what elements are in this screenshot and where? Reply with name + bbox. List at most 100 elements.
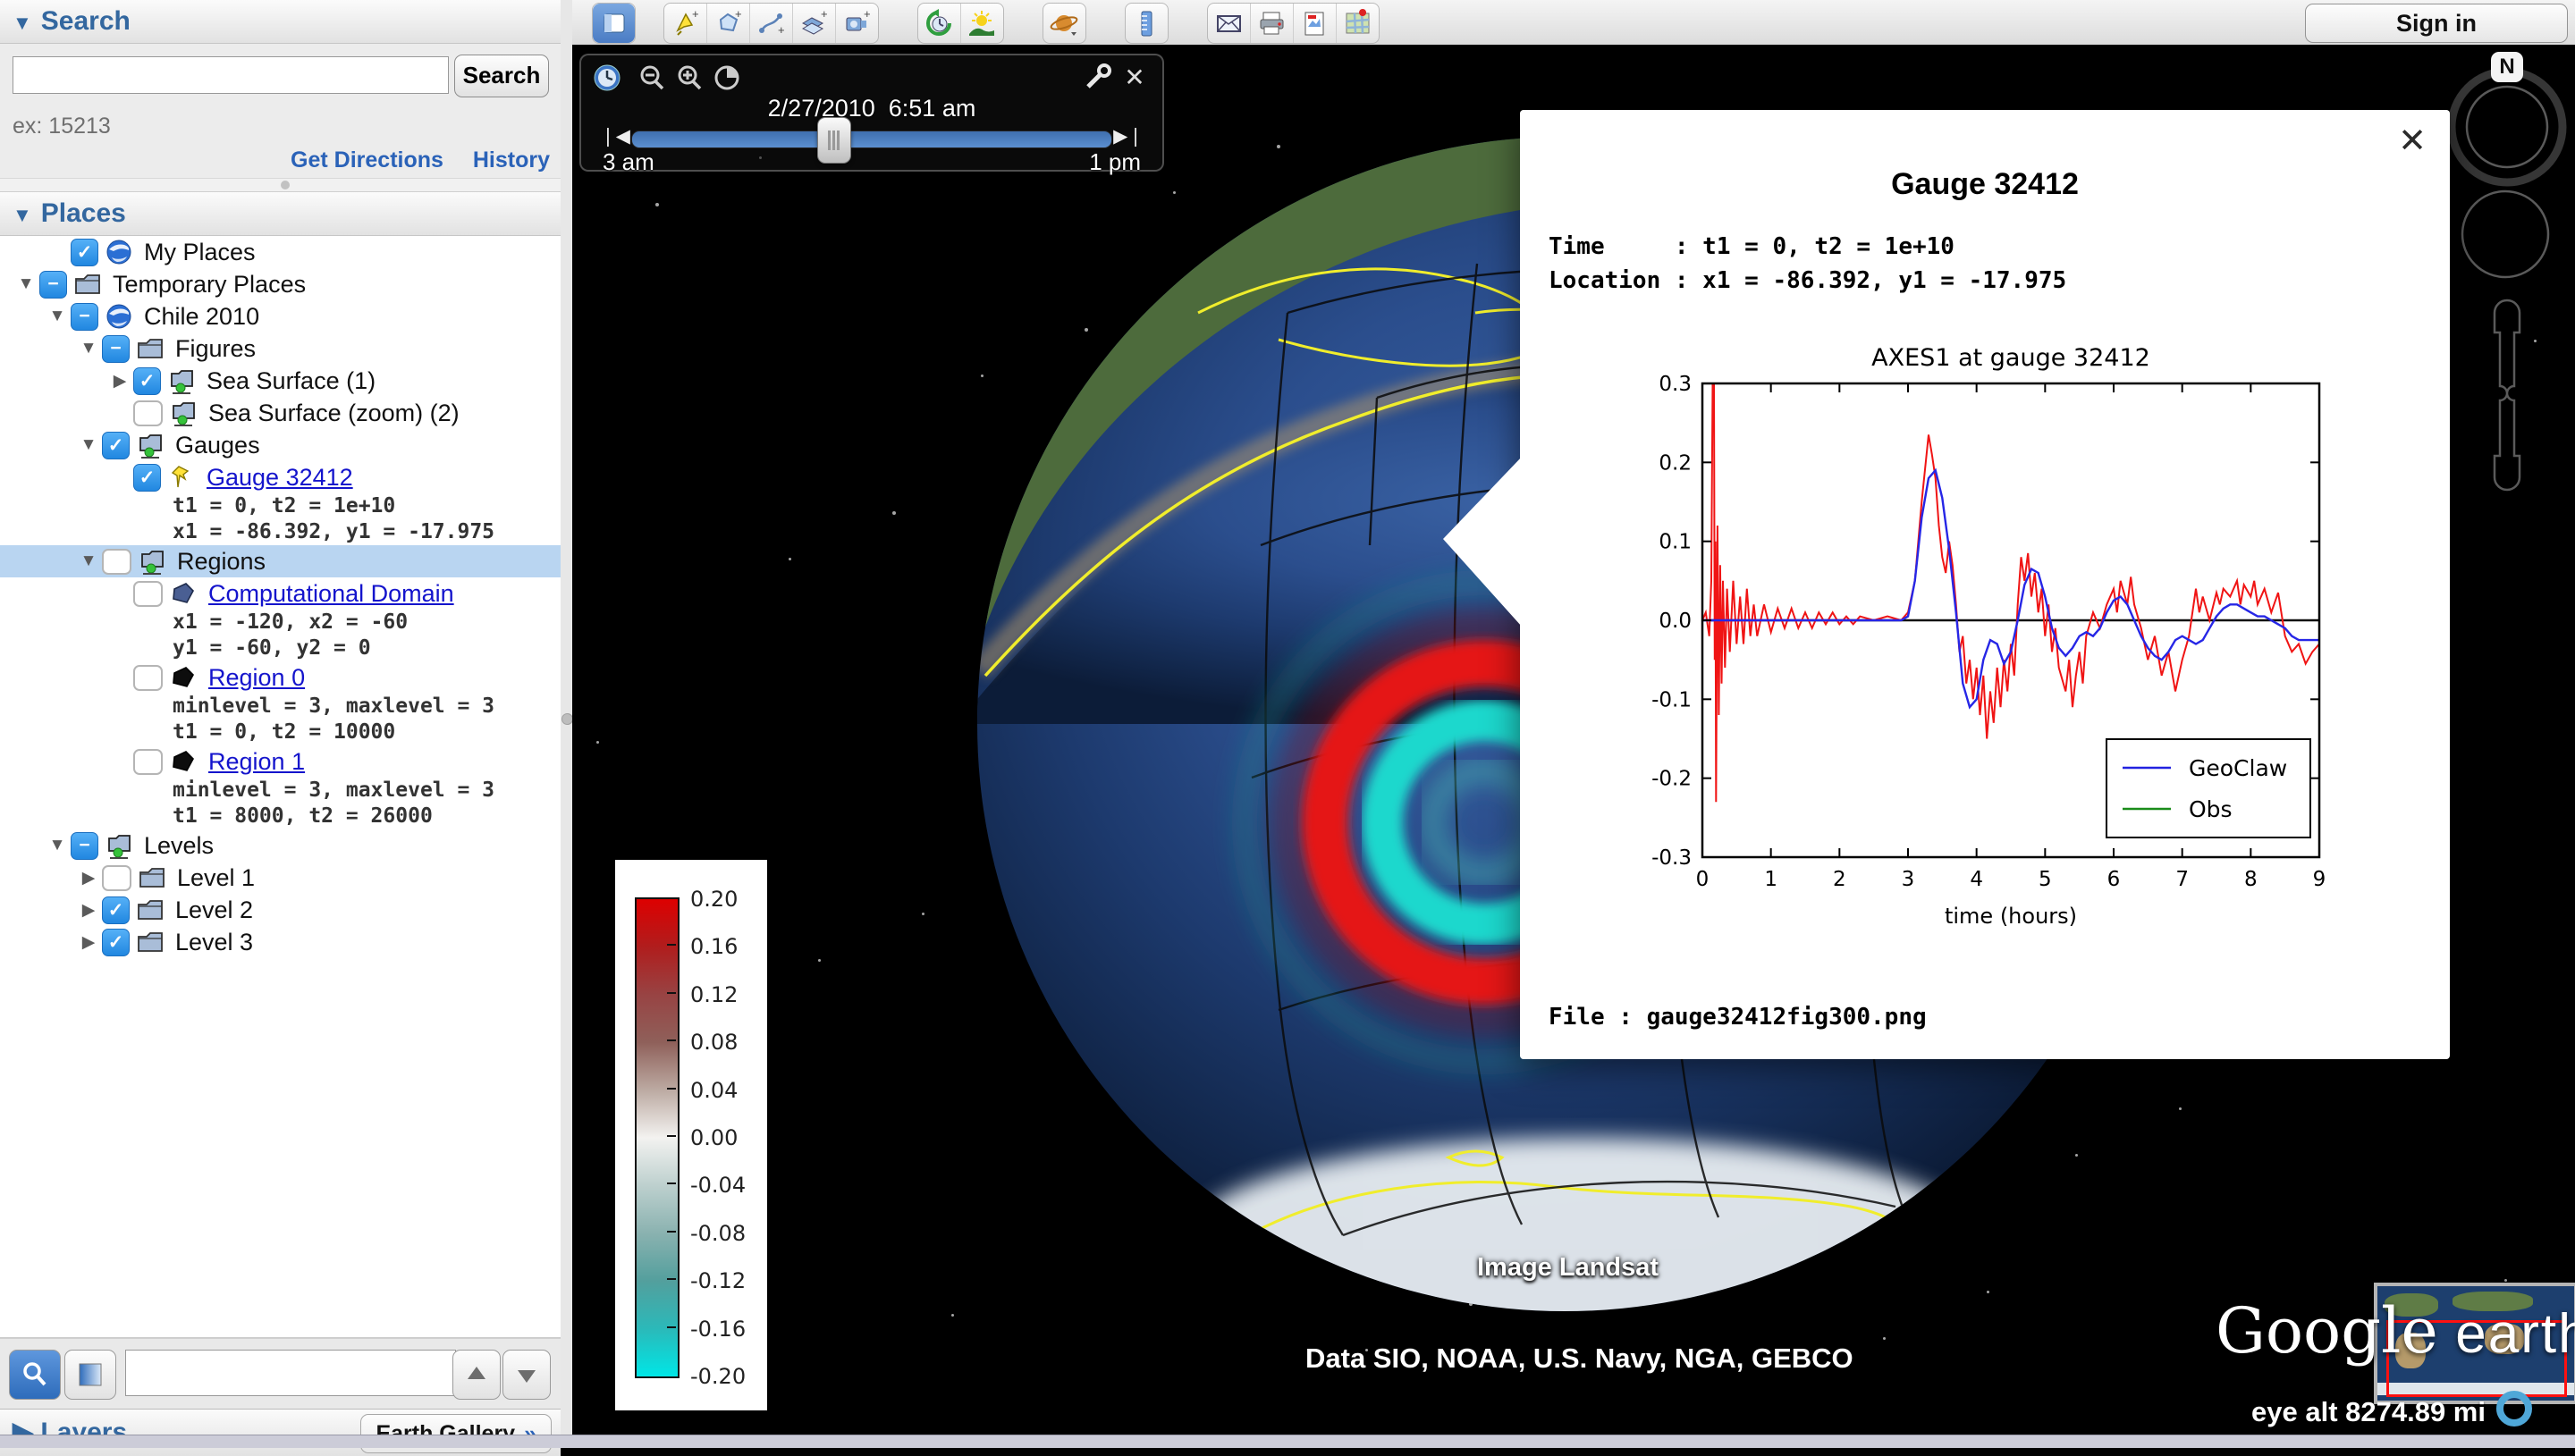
places-search-input[interactable] [125, 1350, 456, 1396]
places-filter-button[interactable] [64, 1350, 116, 1400]
history-link[interactable]: History [473, 147, 550, 173]
tree-checkbox[interactable]: ✓ [102, 896, 130, 924]
step-forward-button[interactable]: ▶❘ [1110, 125, 1146, 147]
tree-item-label[interactable]: My Places [144, 239, 256, 266]
tree-checkbox[interactable] [102, 865, 131, 891]
tree-row-level-2[interactable]: ▶✓ Level 2 [0, 894, 561, 926]
tree-checkbox[interactable]: ✓ [102, 929, 130, 956]
tree-row-levels[interactable]: ▼− Levels [0, 829, 561, 862]
tree-item-label[interactable]: Gauges [175, 432, 260, 459]
tree-row-region-1[interactable]: Region 1 [0, 745, 561, 778]
sign-in-button[interactable]: Sign in [2305, 4, 2568, 43]
add-path-button[interactable]: + [750, 4, 793, 43]
places-search-up-button[interactable] [452, 1350, 501, 1400]
tree-row-level-1[interactable]: ▶ Level 1 [0, 862, 561, 894]
search-input[interactable] [13, 56, 449, 94]
tree-expander-icon[interactable]: ▼ [44, 307, 71, 326]
tree-checkbox[interactable] [102, 549, 131, 575]
tree-row-temporary-places[interactable]: ▼− Temporary Places [0, 268, 561, 300]
tree-item-label[interactable]: Sea Surface (1) [207, 367, 376, 395]
tree-row-sea-surface-zoom-2-[interactable]: Sea Surface (zoom) (2) [0, 397, 561, 429]
play-animation-icon[interactable] [712, 63, 742, 93]
tree-item-label[interactable]: Level 1 [177, 864, 255, 892]
tree-item-label[interactable]: Temporary Places [113, 271, 306, 299]
tree-expander-icon[interactable]: ▼ [75, 551, 102, 571]
tree-checkbox[interactable] [133, 400, 163, 426]
tree-checkbox[interactable] [133, 749, 163, 775]
panel-splitter[interactable] [0, 178, 561, 192]
tree-row-region-0[interactable]: Region 0 [0, 661, 561, 694]
tree-row-gauge-32412[interactable]: ✓ Gauge 32412 [0, 461, 561, 493]
step-back-button[interactable]: ❘◀ [597, 125, 633, 147]
ruler-button[interactable] [1126, 4, 1168, 43]
settings-wrench-icon[interactable] [1082, 63, 1112, 93]
tree-checkbox[interactable]: ✓ [102, 432, 130, 459]
time-slider-track[interactable] [631, 130, 1112, 148]
tree-row-sea-surface-1-[interactable]: ▶✓ Sea Surface (1) [0, 365, 561, 397]
tree-row-chile-2010[interactable]: ▼−Chile 2010 [0, 300, 561, 332]
sunlight-button[interactable] [961, 4, 1003, 43]
tree-row-level-3[interactable]: ▶✓ Level 3 [0, 926, 561, 958]
nav-gadget[interactable] [2441, 45, 2575, 599]
popup-close-icon[interactable]: ✕ [2398, 121, 2427, 160]
tree-expander-icon[interactable]: ▶ [75, 932, 102, 953]
sidebar-toggle-button[interactable] [593, 4, 635, 43]
zoom-in-icon[interactable] [674, 63, 705, 93]
tree-checkbox[interactable]: − [71, 303, 98, 331]
add-polygon-button[interactable]: + [707, 4, 750, 43]
tree-checkbox[interactable] [133, 581, 163, 607]
tree-row-computational-domain[interactable]: Computational Domain [0, 577, 561, 610]
tree-checkbox[interactable] [133, 665, 163, 691]
tree-item-label[interactable]: Level 3 [175, 929, 253, 956]
tree-item-label[interactable]: Level 2 [175, 896, 253, 924]
print-button[interactable] [1251, 4, 1294, 43]
view-in-maps-button[interactable] [1337, 4, 1379, 43]
search-button[interactable]: Search [454, 55, 549, 97]
places-search-toggle-button[interactable] [9, 1350, 61, 1400]
tree-item-label[interactable]: Gauge 32412 [207, 464, 353, 492]
record-tour-button[interactable]: + [836, 4, 878, 43]
tree-checkbox[interactable]: − [39, 271, 67, 299]
tree-expander-icon[interactable]: ▶ [106, 371, 133, 391]
tree-checkbox[interactable]: ✓ [133, 464, 161, 492]
time-slider-handle[interactable] [817, 117, 851, 164]
planets-button[interactable] [1043, 4, 1085, 43]
sidebar-divider[interactable] [561, 0, 573, 1435]
tree-checkbox[interactable]: ✓ [133, 367, 161, 395]
earth-viewport[interactable]: ✕ 2/27/2010 6:51 am ❘◀ ▶❘ 3 am 1 pm 0.20… [572, 45, 2575, 1435]
time-slider-close-icon[interactable]: ✕ [1119, 63, 1150, 93]
tree-item-label[interactable]: Region 1 [208, 748, 305, 776]
tree-row-gauges[interactable]: ▼✓ Gauges [0, 429, 561, 461]
tree-checkbox[interactable]: − [102, 335, 130, 363]
historical-imagery-button[interactable] [918, 4, 961, 43]
tree-expander-icon[interactable]: ▼ [13, 274, 39, 294]
tree-row-my-places[interactable]: ✓ My Places [0, 236, 561, 268]
tree-expander-icon[interactable]: ▼ [75, 339, 102, 358]
tree-item-label[interactable]: Region 0 [208, 664, 305, 692]
tree-item-label[interactable]: Computational Domain [208, 580, 454, 608]
tree-item-label[interactable]: Figures [175, 335, 256, 363]
tree-row-figures[interactable]: ▼− Figures [0, 332, 561, 365]
tree-expander-icon[interactable]: ▶ [75, 868, 102, 888]
clock-icon[interactable] [592, 63, 622, 93]
tree-checkbox[interactable]: − [71, 832, 98, 860]
tree-expander-icon[interactable]: ▼ [75, 435, 102, 455]
search-panel-header[interactable]: ▼Search [0, 0, 561, 44]
places-panel-header[interactable]: ▼Places [0, 192, 561, 236]
north-indicator[interactable]: N [2491, 52, 2523, 82]
tree-item-label[interactable]: Regions [177, 548, 266, 576]
layers-panel-header[interactable]: ▶ Layers Earth Gallery» [0, 1409, 561, 1456]
email-button[interactable] [1208, 4, 1251, 43]
zoom-out-icon[interactable] [637, 63, 667, 93]
tree-expander-icon[interactable]: ▼ [44, 836, 71, 855]
add-placemark-button[interactable]: + [664, 4, 707, 43]
tree-row-regions[interactable]: ▼ Regions [0, 545, 561, 577]
tree-item-label[interactable]: Sea Surface (zoom) (2) [208, 400, 460, 427]
places-search-down-button[interactable] [502, 1350, 551, 1400]
add-image-overlay-button[interactable]: + [793, 4, 836, 43]
tree-expander-icon[interactable]: ▶ [75, 900, 102, 921]
tree-checkbox[interactable]: ✓ [71, 239, 98, 266]
tree-item-label[interactable]: Levels [144, 832, 214, 860]
save-image-button[interactable] [1294, 4, 1337, 43]
get-directions-link[interactable]: Get Directions [291, 147, 443, 173]
